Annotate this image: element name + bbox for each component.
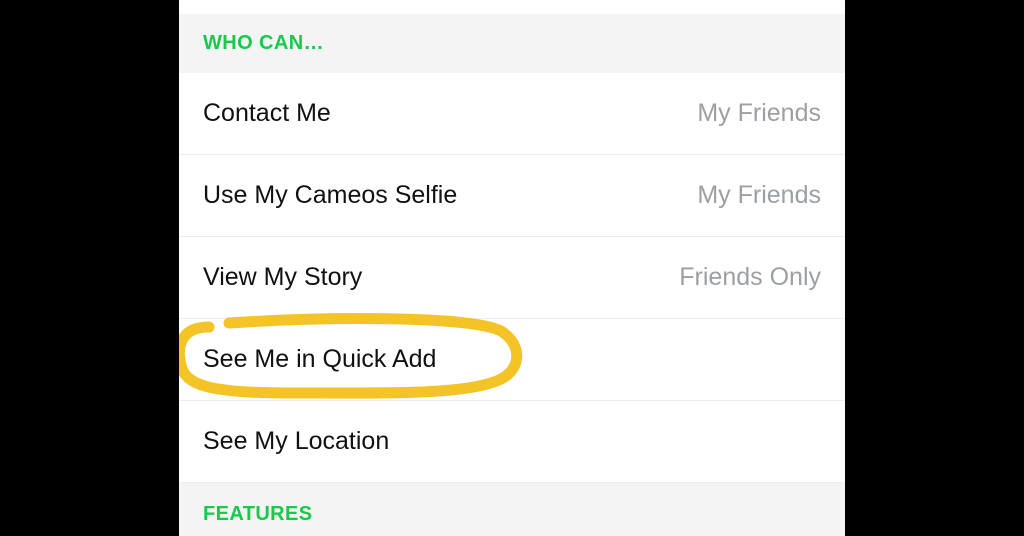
row-use-my-cameos-selfie[interactable]: Use My Cameos Selfie My Friends (179, 155, 845, 237)
row-label: View My Story (203, 263, 362, 292)
section-header-features: FEATURES (179, 483, 845, 536)
row-see-my-location[interactable]: See My Location (179, 401, 845, 483)
row-value: My Friends (697, 99, 821, 128)
row-label: See Me in Quick Add (203, 345, 436, 374)
row-see-me-in-quick-add[interactable]: See Me in Quick Add (179, 319, 845, 401)
row-value: My Friends (697, 181, 821, 210)
settings-screen: WHO CAN… Contact Me My Friends Use My Ca… (179, 0, 845, 536)
section-header-who-can: WHO CAN… (179, 14, 845, 73)
top-blank-area (179, 0, 845, 14)
row-label: Use My Cameos Selfie (203, 181, 457, 210)
row-label: Contact Me (203, 99, 331, 128)
row-value: Friends Only (679, 263, 821, 292)
row-contact-me[interactable]: Contact Me My Friends (179, 73, 845, 155)
row-view-my-story[interactable]: View My Story Friends Only (179, 237, 845, 319)
row-label: See My Location (203, 427, 389, 456)
